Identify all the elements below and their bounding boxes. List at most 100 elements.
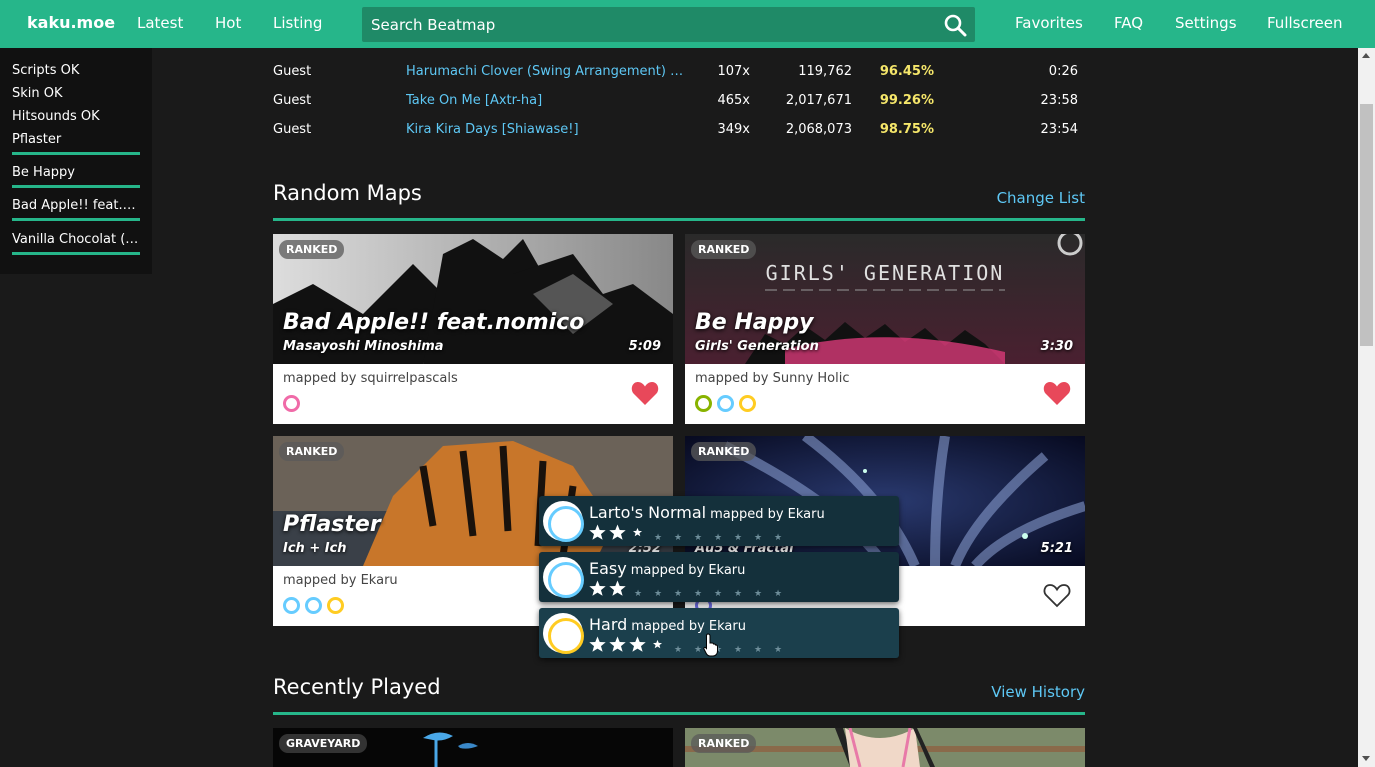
- card-mapper: mapped by Sunny Holic: [695, 371, 850, 386]
- empty-star-icon: ★: [733, 645, 743, 655]
- difficulty-name: Easy: [589, 559, 627, 578]
- difficulty-option[interactable]: Easy mapped by Ekaru ★ ★ ★ ★ ★ ★ ★ ★: [539, 552, 899, 602]
- change-list-link[interactable]: Change List: [997, 189, 1085, 207]
- empty-star-icon: ★: [713, 533, 723, 543]
- map-link[interactable]: Harumachi Clover (Swing Arrangement) [De…: [406, 64, 686, 79]
- banner-text: GIRLS' GENERATION: [766, 261, 1005, 285]
- section-divider: [273, 712, 1085, 715]
- site-logo[interactable]: kaku.moe: [27, 13, 115, 32]
- difficulty-name-line: Hard mapped by Ekaru: [589, 615, 746, 634]
- sidebar: Scripts OK Skin OK Hitsounds OK Pflaster…: [0, 48, 152, 274]
- card-title: Bad Apple!! feat.nomico: [283, 310, 585, 335]
- star-icon: [629, 636, 646, 652]
- beatmap-card[interactable]: RANKED Bad Apple!! feat.nomico Masayoshi…: [273, 234, 673, 424]
- status-badge: RANKED: [279, 240, 345, 259]
- star-rating: ★ ★ ★ ★ ★ ★ ★: [588, 524, 788, 543]
- sidebar-item-vanilla-chocolat[interactable]: Vanilla Chocolat (Speed Up Ver.): [12, 232, 140, 255]
- player-name: Guest: [273, 122, 312, 137]
- view-history-link[interactable]: View History: [991, 683, 1085, 701]
- star-icon: [609, 524, 626, 540]
- difficulty-ring-icon: [543, 557, 584, 598]
- difficulty-icon[interactable]: [305, 597, 322, 614]
- empty-star-icon: ★: [753, 589, 763, 599]
- empty-star-icon: ★: [693, 533, 703, 543]
- score-value: 2,068,073: [785, 122, 852, 137]
- star-rating: ★★★★★★: [588, 636, 788, 655]
- page-scrollbar[interactable]: [1358, 48, 1375, 767]
- beatmap-card[interactable]: GRAVEYARD: [273, 728, 673, 767]
- difficulty-icon[interactable]: [739, 395, 756, 412]
- recently-played-heading: Recently Played: [273, 675, 441, 699]
- difficulty-icon[interactable]: [283, 395, 300, 412]
- beatmap-card[interactable]: RANKED: [685, 728, 1085, 767]
- sidebar-item-pflaster[interactable]: Pflaster: [12, 132, 140, 155]
- search-input[interactable]: [362, 7, 932, 42]
- heart-filled-icon[interactable]: [631, 380, 659, 406]
- combo-value: 107x: [717, 64, 750, 79]
- nav-latest[interactable]: Latest: [137, 14, 183, 32]
- played-time: 0:26: [1048, 64, 1078, 79]
- star-icon: [609, 580, 626, 596]
- skin-status: Skin OK: [12, 86, 63, 101]
- star-icon: [589, 580, 606, 596]
- empty-star-icon: ★: [633, 589, 643, 599]
- difficulty-mapper: mapped by Ekaru: [630, 563, 746, 578]
- empty-star-icon: ★: [773, 589, 783, 599]
- difficulty-option[interactable]: Hardmapped by Ekaru ★★★★★★: [539, 608, 899, 658]
- scroll-down-arrow-icon[interactable]: [1362, 756, 1370, 761]
- beatmap-card[interactable]: GIRLS' GENERATION RANKED Be Happy Girls'…: [685, 234, 1085, 424]
- hitsounds-status: Hitsounds OK: [12, 109, 100, 124]
- sidebar-item-be-happy[interactable]: Be Happy: [12, 165, 140, 188]
- difficulty-ring-icon: [543, 501, 584, 542]
- status-badge: RANKED: [691, 240, 757, 259]
- status-badge: RANKED: [691, 442, 757, 461]
- difficulty-icon[interactable]: [695, 395, 712, 412]
- star-icon: [589, 636, 606, 652]
- difficulty-name: Hard: [589, 615, 628, 634]
- nav-hot[interactable]: Hot: [215, 14, 241, 32]
- combo-value: 465x: [717, 93, 750, 108]
- empty-star-icon: ★: [753, 533, 763, 543]
- star-icon: [652, 639, 663, 649]
- card-title: Pflaster: [283, 512, 381, 537]
- nav-favorites[interactable]: Favorites: [1015, 14, 1083, 32]
- map-link[interactable]: Take On Me [Axtr-ha]: [406, 93, 686, 108]
- card-artist: Girls' Generation: [695, 339, 819, 354]
- scrollbar-thumb[interactable]: [1360, 104, 1373, 346]
- empty-star-icon: ★: [773, 645, 783, 655]
- section-divider: [273, 218, 1085, 221]
- star-icon: [632, 527, 643, 537]
- scroll-up-arrow-icon[interactable]: [1362, 53, 1370, 58]
- table-row: Guest Take On Me [Axtr-ha] 465x 2,017,67…: [273, 93, 1085, 122]
- star-icon: [589, 524, 606, 540]
- empty-star-icon: ★: [733, 589, 743, 599]
- nav-settings[interactable]: Settings: [1175, 14, 1237, 32]
- search-icon[interactable]: [943, 13, 967, 37]
- status-badge: GRAVEYARD: [279, 734, 368, 753]
- difficulty-icon[interactable]: [283, 597, 300, 614]
- heart-filled-icon[interactable]: [1043, 380, 1071, 406]
- played-time: 23:54: [1040, 122, 1078, 137]
- sidebar-item-bad-apple[interactable]: Bad Apple!! feat.nomico: [12, 198, 140, 221]
- difficulty-option[interactable]: Larto's Normal mapped by Ekaru ★ ★ ★ ★ ★ ★ ★: [539, 496, 899, 546]
- difficulty-mapper: mapped by Ekaru: [710, 507, 825, 522]
- empty-star-icon: ★: [653, 589, 663, 599]
- empty-star-icon: ★: [773, 533, 783, 543]
- empty-star-icon: ★: [673, 533, 683, 543]
- status-badge: RANKED: [279, 442, 345, 461]
- empty-star-icon: ★: [673, 589, 683, 599]
- accuracy-value: 98.75%: [879, 122, 934, 137]
- difficulty-icon[interactable]: [327, 597, 344, 614]
- score-value: 119,762: [798, 64, 852, 79]
- nav-listing[interactable]: Listing: [273, 14, 322, 32]
- map-link[interactable]: Kira Kira Days [Shiawase!]: [406, 122, 686, 137]
- empty-star-icon: ★: [753, 645, 763, 655]
- player-name: Guest: [273, 93, 312, 108]
- difficulty-icon[interactable]: [717, 395, 734, 412]
- hand-cursor-icon: [703, 633, 718, 657]
- nav-fullscreen[interactable]: Fullscreen: [1267, 14, 1343, 32]
- card-length: 5:21: [1040, 541, 1073, 556]
- heart-outline-icon[interactable]: [1043, 582, 1071, 608]
- card-mapper: mapped by squirrelpascals: [283, 371, 458, 386]
- nav-faq[interactable]: FAQ: [1114, 14, 1143, 32]
